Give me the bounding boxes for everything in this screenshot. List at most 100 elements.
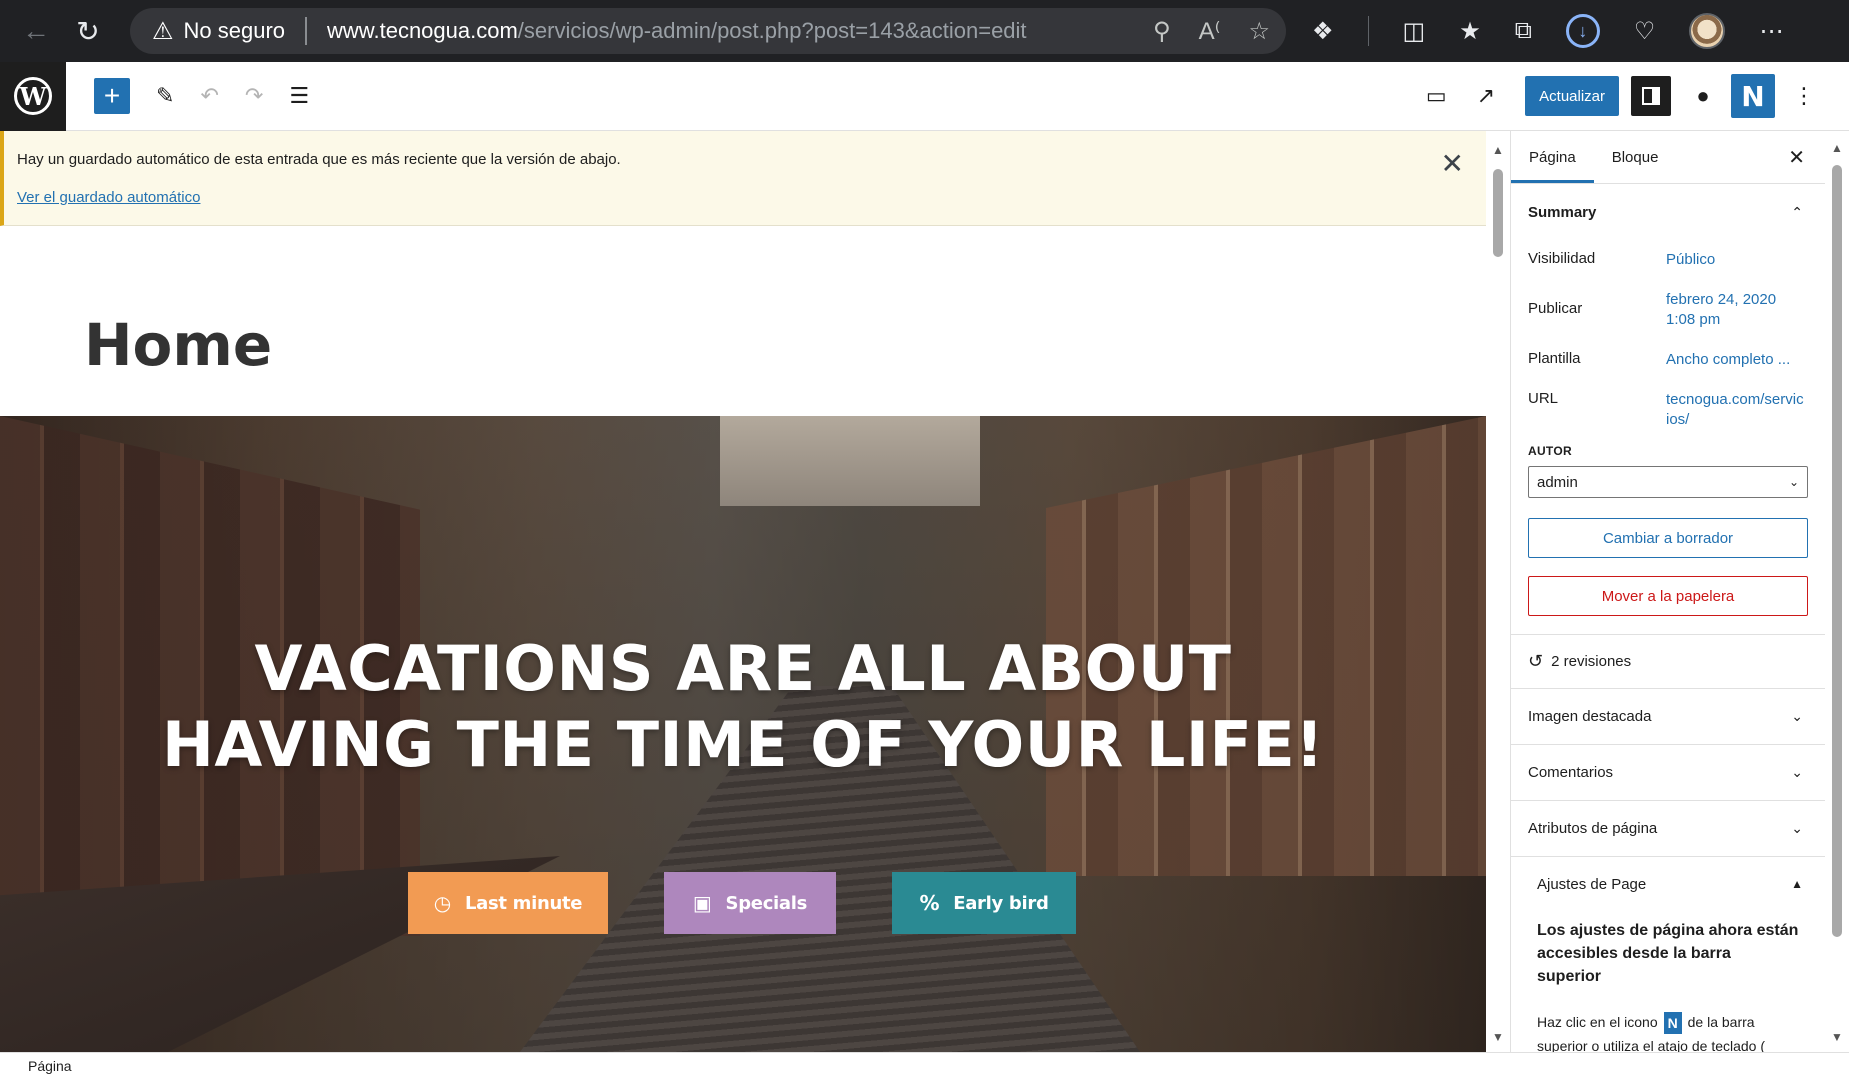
canvas-scrollbar[interactable]: ▲ ▼ <box>1486 131 1510 1052</box>
summary-panel-toggle[interactable]: Summary ⌃ <box>1511 184 1825 240</box>
gift-icon: ▣ <box>692 891 712 915</box>
percent-icon: % <box>919 891 940 915</box>
template-label: Plantilla <box>1528 350 1581 367</box>
chevron-down-icon: ⌄ <box>1791 708 1803 724</box>
visibility-row: Visibilidad Público <box>1528 240 1808 280</box>
revisions-row[interactable]: ↺ 2 revisiones <box>1511 635 1825 689</box>
reload-icon[interactable]: ↻ <box>64 7 112 55</box>
neve-n-inline-icon: N <box>1663 1012 1682 1035</box>
hero-heading-line1: VACATIONS ARE ALL ABOUT <box>254 632 1232 705</box>
visibility-value[interactable]: Público <box>1666 250 1806 270</box>
options-kebab-icon[interactable]: ⋮ <box>1789 83 1819 109</box>
download-icon[interactable]: ↓ <box>1565 14 1600 48</box>
collections-icon[interactable]: ⧉ <box>1515 17 1532 45</box>
neve-page-settings-button[interactable]: N <box>1731 74 1775 118</box>
browser-health-icon[interactable]: ♡ <box>1634 17 1656 46</box>
publish-value[interactable]: febrero 24, 2020 1:08 pm <box>1666 290 1806 330</box>
browser-toolbar: ← ↻ ⚠ No seguro www.tecnogua.com/servici… <box>0 0 1849 62</box>
publish-label: Publicar <box>1528 300 1583 317</box>
close-sidebar-icon[interactable]: ✕ <box>1788 145 1805 170</box>
favorite-star-icon[interactable]: ☆ <box>1248 17 1270 46</box>
sidebar-toggle-glyph <box>1642 87 1660 105</box>
specials-button[interactable]: ▣ Specials <box>664 872 836 934</box>
autosave-notice: Hay un guardado automático de esta entra… <box>0 131 1486 226</box>
scroll-up-arrow-icon[interactable]: ▲ <box>1492 143 1504 157</box>
back-arrow-icon[interactable]: ← <box>12 7 60 55</box>
preview-desktop-icon[interactable]: ▭ <box>1426 83 1447 109</box>
extensions-icon[interactable]: ❖ <box>1312 17 1334 46</box>
add-block-button[interactable]: + <box>94 78 130 114</box>
redo-icon[interactable]: ↷ <box>245 83 263 109</box>
help-text-start: Haz clic en el icono <box>1537 1014 1658 1030</box>
warning-icon[interactable]: ⚠ <box>152 17 174 46</box>
history-icon: ↺ <box>1528 651 1544 671</box>
page-attributes-panel-toggle[interactable]: Atributos de página ⌄ <box>1511 801 1825 857</box>
pencil-edit-icon[interactable]: ✎ <box>156 83 174 109</box>
undo-icon[interactable]: ↶ <box>200 83 218 109</box>
wordpress-w-glyph: W <box>14 77 52 115</box>
hero-cover-block[interactable]: VACATIONS ARE ALL ABOUT HAVING THE TIME … <box>0 416 1486 1052</box>
url-value[interactable]: tecnogua.com/servicios/ <box>1666 390 1806 430</box>
move-to-trash-button[interactable]: Mover a la papelera <box>1528 576 1808 616</box>
author-value: admin <box>1537 473 1578 491</box>
view-page-external-icon[interactable]: ↗ <box>1477 83 1495 109</box>
update-button[interactable]: Actualizar <box>1525 76 1619 116</box>
sidebar-scroll-thumb[interactable] <box>1832 165 1842 937</box>
browser-actions: ❖ ◫ ★ ⧉ ↓ ♡ ⋯ <box>1312 13 1783 49</box>
sidebar-tabs: Página Bloque ✕ <box>1511 131 1825 184</box>
early-bird-button[interactable]: % Early bird <box>892 872 1076 934</box>
page-title[interactable]: Home <box>84 311 272 379</box>
sidebar-scrollbar[interactable]: ▲ ▼ <box>1825 131 1849 1052</box>
hero-heading[interactable]: VACATIONS ARE ALL ABOUT HAVING THE TIME … <box>0 631 1486 783</box>
url-row: URL tecnogua.com/servicios/ <box>1528 380 1808 440</box>
hero-sky <box>720 416 980 506</box>
chevron-down-icon: ⌄ <box>1791 764 1803 780</box>
editor-canvas: Hay un guardado automático de esta entra… <box>0 131 1486 1052</box>
last-minute-button[interactable]: ◷ Last minute <box>408 872 608 934</box>
address-bar[interactable]: ⚠ No seguro www.tecnogua.com/servicios/w… <box>130 8 1286 54</box>
page-settings-panel: Los ajustes de página ahora están accesi… <box>1511 911 1825 1052</box>
read-aloud-icon[interactable]: A⁽ <box>1199 17 1221 46</box>
switch-to-draft-button[interactable]: Cambiar a borrador <box>1528 518 1808 558</box>
template-row: Plantilla Ancho completo ... <box>1528 340 1808 380</box>
breadcrumb-page[interactable]: Página <box>28 1058 72 1074</box>
scroll-down-arrow-icon[interactable]: ▼ <box>1492 1030 1504 1044</box>
comments-heading: Comentarios <box>1528 764 1614 781</box>
featured-image-panel-toggle[interactable]: Imagen destacada ⌄ <box>1511 689 1825 745</box>
view-autosave-link[interactable]: Ver el guardado automático <box>17 189 200 206</box>
tab-page[interactable]: Página <box>1511 131 1594 183</box>
zoom-icon[interactable]: ⚲ <box>1153 17 1171 46</box>
publish-row: Publicar febrero 24, 2020 1:08 pm <box>1528 280 1808 340</box>
chevron-down-icon: ⌄ <box>1791 820 1803 836</box>
address-bar-icons: ⚲ A⁽ ☆ <box>1153 17 1270 46</box>
canvas-scroll-thumb[interactable] <box>1493 169 1503 257</box>
dismiss-notice-icon[interactable]: ✕ <box>1441 147 1464 180</box>
list-view-icon[interactable]: ☰ <box>289 83 309 109</box>
toolbar-divider <box>1367 16 1369 46</box>
favorites-icon[interactable]: ★ <box>1459 17 1481 46</box>
security-label[interactable]: No seguro <box>184 18 286 44</box>
summary-panel: Visibilidad Público Publicar febrero 24,… <box>1511 240 1825 635</box>
wordpress-logo-icon[interactable]: W <box>0 61 66 131</box>
browser-menu-icon[interactable]: ⋯ <box>1759 17 1783 46</box>
page-settings-heading: Ajustes de Page <box>1537 875 1647 893</box>
settings-sidebar: Página Bloque ✕ Summary ⌃ Visibilidad Pú… <box>1510 131 1825 1052</box>
url-host: www.tecnogua.com <box>327 18 518 43</box>
sidebar-scroll-down-icon[interactable]: ▼ <box>1831 1030 1843 1044</box>
author-select[interactable]: admin ⌄ <box>1528 466 1808 498</box>
last-minute-label: Last minute <box>464 892 583 914</box>
profile-avatar[interactable] <box>1689 13 1726 49</box>
penguin-plugin-icon[interactable]: ● <box>1683 76 1723 116</box>
template-value[interactable]: Ancho completo ... <box>1666 350 1806 370</box>
specials-label: Specials <box>725 892 808 914</box>
comments-panel-toggle[interactable]: Comentarios ⌄ <box>1511 745 1825 801</box>
page-settings-notice: Los ajustes de página ahora están accesi… <box>1537 922 1799 985</box>
address-separator <box>305 17 308 45</box>
sidebar-scroll-up-icon[interactable]: ▲ <box>1831 141 1843 155</box>
chevron-up-icon: ⌃ <box>1791 203 1803 220</box>
settings-sidebar-toggle-icon[interactable] <box>1631 76 1671 116</box>
url-label: URL <box>1528 390 1559 407</box>
page-settings-panel-toggle[interactable]: Ajustes de Page ▲ <box>1511 857 1825 911</box>
split-screen-icon[interactable]: ◫ <box>1403 17 1426 46</box>
tab-block[interactable]: Bloque <box>1594 131 1677 183</box>
